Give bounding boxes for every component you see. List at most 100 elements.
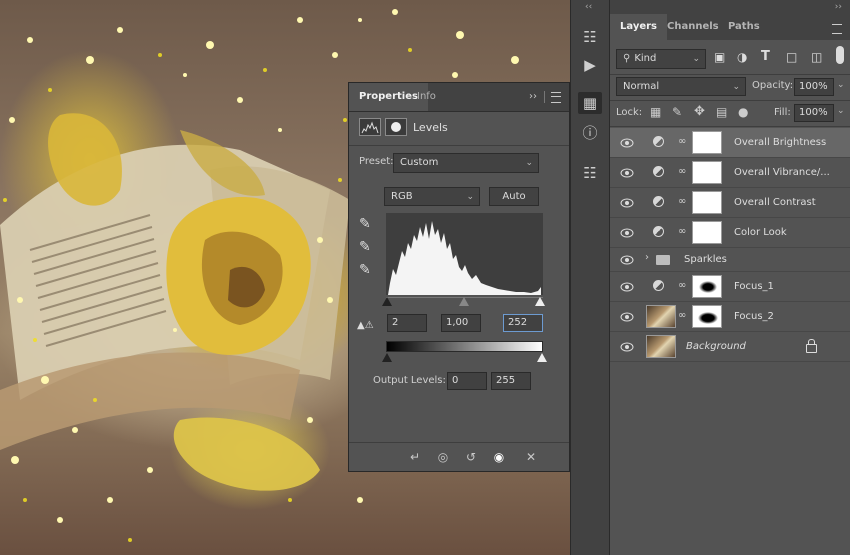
layer-name[interactable]: Focus_2 <box>734 302 774 332</box>
panel-menu-icon[interactable] <box>551 92 561 103</box>
eye-icon[interactable] <box>620 136 634 150</box>
collapse-chevron-icon[interactable]: ‹‹ <box>585 2 592 12</box>
view-previous-state-icon[interactable]: ◎ <box>435 449 451 465</box>
visibility-eye-icon[interactable]: ◉ <box>491 449 507 465</box>
output-white-slider-handle[interactable] <box>537 353 547 362</box>
tab-info[interactable]: Info <box>417 83 436 111</box>
layer-mask-thumbnail[interactable] <box>692 191 722 214</box>
input-white-slider-handle[interactable] <box>535 297 545 306</box>
folder-icon <box>656 255 670 265</box>
fill-chevron-icon[interactable]: ⌄ <box>837 106 845 116</box>
layer-row-color-look[interactable]: ∞ Color Look <box>610 218 850 248</box>
eye-icon[interactable] <box>620 310 634 324</box>
layer-mask-thumbnail[interactable] <box>692 131 722 154</box>
reset-icon[interactable]: ↺ <box>463 449 479 465</box>
layer-row-focus-2[interactable]: ∞ Focus_2 <box>610 302 850 332</box>
history-icon[interactable]: ☷ <box>578 26 602 48</box>
link-chain-icon: ∞ <box>678 226 687 237</box>
filter-smart-object-icon[interactable]: ◫ <box>811 50 822 64</box>
tab-paths[interactable]: Paths <box>728 14 760 40</box>
expand-chevron-icon[interactable]: ›› <box>835 2 842 12</box>
layer-mask-thumbnail[interactable] <box>692 221 722 244</box>
layer-name[interactable]: Color Look <box>734 218 787 248</box>
filter-kind-dropdown[interactable]: ⚲ Kind ⌄ <box>616 49 706 69</box>
layer-row-focus-1[interactable]: ∞ Focus_1 <box>610 272 850 302</box>
layer-thumbnail[interactable] <box>646 335 676 358</box>
input-gamma-field[interactable]: 1,00 <box>441 314 481 332</box>
gray-eyedropper-icon[interactable]: ✎ <box>359 239 371 255</box>
layer-row-background[interactable]: Background <box>610 332 850 362</box>
output-black-slider-handle[interactable] <box>382 353 392 362</box>
input-black-slider-handle[interactable] <box>382 297 392 306</box>
white-eyedropper-icon[interactable]: ✎ <box>359 262 371 278</box>
eye-icon[interactable] <box>620 280 634 294</box>
eye-icon[interactable] <box>620 226 634 240</box>
layer-name[interactable]: Overall Brightness <box>734 128 826 158</box>
tab-channels[interactable]: Channels <box>667 14 719 40</box>
preset-dropdown[interactable]: Custom ⌄ <box>393 153 539 173</box>
lock-position-icon[interactable]: ✥ <box>694 104 705 119</box>
properties-icon[interactable]: ▦ <box>578 92 602 114</box>
blend-mode-dropdown[interactable]: Normal ⌄ <box>616 77 746 96</box>
expand-group-chevron-icon[interactable]: › <box>645 252 649 263</box>
channel-value: RGB <box>391 191 413 202</box>
panel-menu-icon[interactable] <box>832 24 842 34</box>
link-chain-icon: ∞ <box>678 196 687 207</box>
lock-shackle <box>808 339 815 345</box>
lock-all-icon[interactable]: ● <box>738 105 748 119</box>
actions-play-icon[interactable]: ▶ <box>578 54 602 76</box>
histogram <box>386 213 543 295</box>
filter-type-icon[interactable]: T <box>761 49 770 64</box>
clip-to-layer-icon[interactable]: ↵ <box>407 449 423 465</box>
collapsed-panels-strip: ‹‹ ☷ ▶ ▦ ⓘ ☷ <box>570 0 610 555</box>
layer-name[interactable]: Background <box>686 332 746 362</box>
divider <box>349 145 569 146</box>
layer-name[interactable]: Overall Contrast <box>734 188 816 218</box>
trash-icon[interactable]: ✕ <box>523 449 539 465</box>
opacity-field[interactable]: 100% <box>794 78 834 96</box>
properties-tab-bar: Properties Info ›› <box>349 83 569 112</box>
filter-kind-value: Kind <box>634 53 657 64</box>
tab-layers[interactable]: Layers <box>610 14 667 40</box>
output-white-field[interactable]: 255 <box>491 372 531 390</box>
lock-transparent-icon[interactable]: ▦ <box>650 105 661 119</box>
channel-dropdown[interactable]: RGB ⌄ <box>384 187 480 206</box>
layer-row-overall-contrast[interactable]: ∞ Overall Contrast <box>610 188 850 218</box>
filter-toggle[interactable] <box>836 46 844 64</box>
opacity-label: Opacity: <box>752 80 794 91</box>
black-eyedropper-icon[interactable]: ✎ <box>359 216 371 232</box>
layer-mask-thumbnail[interactable] <box>692 305 722 328</box>
collapse-chevron-icon[interactable]: ›› <box>529 83 537 111</box>
lock-artboard-icon[interactable]: ▤ <box>716 105 727 119</box>
filter-pixel-icon[interactable]: ▣ <box>714 50 725 64</box>
layer-row-overall-vibrance[interactable]: ∞ Overall Vibrance/... <box>610 158 850 188</box>
layer-mask-thumbnail[interactable] <box>692 275 722 298</box>
clone-source-icon[interactable]: ☷ <box>578 162 602 184</box>
fill-field[interactable]: 100% <box>794 104 834 122</box>
layer-name[interactable]: Overall Vibrance/... <box>734 158 830 188</box>
input-gamma-slider-handle[interactable] <box>459 297 469 306</box>
output-black-field[interactable]: 0 <box>447 372 487 390</box>
eye-icon[interactable] <box>620 340 634 354</box>
eye-icon[interactable] <box>620 196 634 210</box>
auto-button[interactable]: Auto <box>489 187 539 206</box>
layer-name[interactable]: Sparkles <box>684 248 727 272</box>
eye-icon[interactable] <box>620 253 634 267</box>
layer-name[interactable]: Focus_1 <box>734 272 774 302</box>
layer-thumbnail[interactable] <box>646 305 676 328</box>
layer-row-overall-brightness[interactable]: ∞ Overall Brightness <box>610 128 850 158</box>
filter-adjustment-icon[interactable]: ◑ <box>737 50 747 64</box>
clipping-warning-icon[interactable]: ▲⚠ <box>357 320 374 331</box>
eye-icon[interactable] <box>620 166 634 180</box>
input-black-field[interactable]: 2 <box>387 314 427 332</box>
lock-image-brush-icon[interactable]: ✎ <box>672 105 682 119</box>
mask-icon[interactable] <box>385 118 407 136</box>
adjustment-layer-icon <box>653 166 664 177</box>
layer-mask-thumbnail[interactable] <box>692 161 722 184</box>
layer-row-sparkles-group[interactable]: › Sparkles <box>610 248 850 272</box>
filter-shape-icon[interactable]: □ <box>786 50 797 64</box>
opacity-chevron-icon[interactable]: ⌄ <box>837 80 845 90</box>
info-icon[interactable]: ⓘ <box>578 122 602 144</box>
adjustment-layer-icon <box>653 136 664 147</box>
input-white-field[interactable]: 252 <box>503 314 543 332</box>
